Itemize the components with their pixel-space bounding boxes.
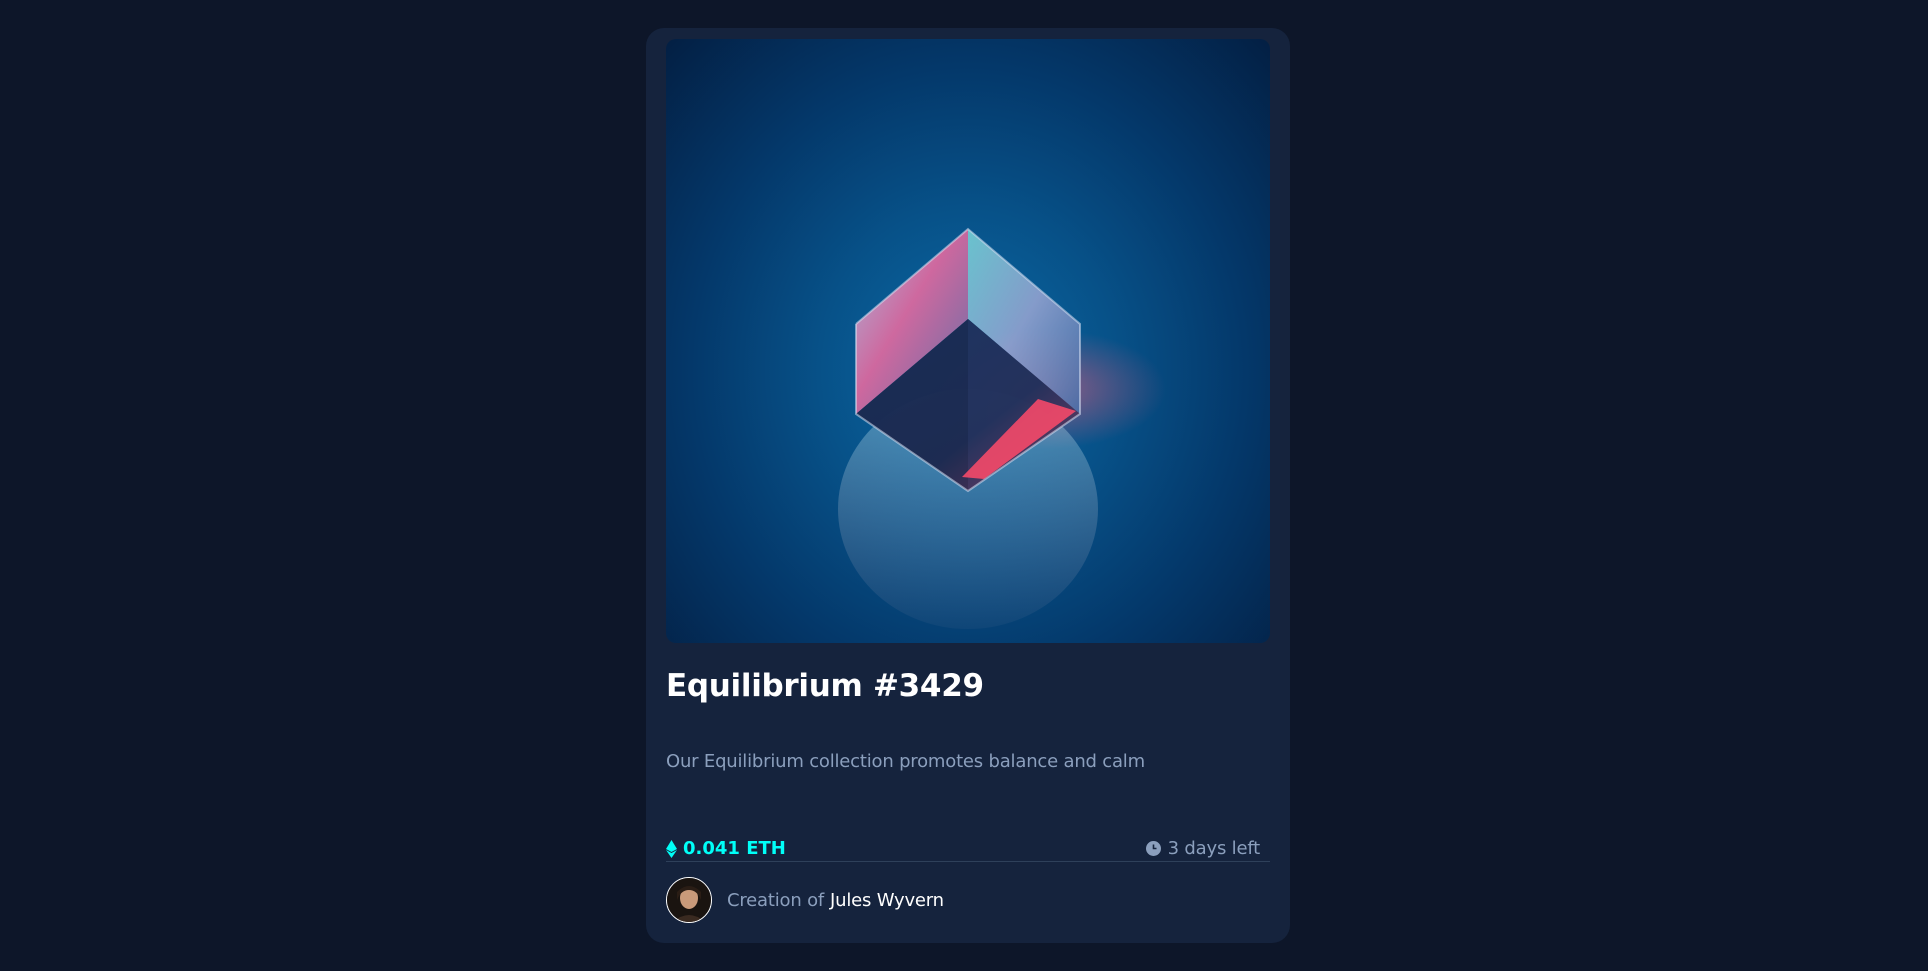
nft-card: Equilibrium #3429 Our Equilibrium collec… xyxy=(646,28,1290,943)
time-left-value: 3 days left xyxy=(1167,838,1261,859)
nft-image[interactable] xyxy=(666,39,1270,643)
price: 0.041 ETH xyxy=(666,838,786,859)
nft-description: Our Equilibrium collection promotes bala… xyxy=(666,751,1145,772)
creator: Creation of Jules Wyvern xyxy=(666,877,944,923)
crystal-cube-image xyxy=(838,227,1166,629)
price-value: 0.041 ETH xyxy=(683,838,786,859)
creator-prefix: Creation of xyxy=(727,889,825,911)
avatar xyxy=(666,877,712,923)
clock-icon xyxy=(1145,841,1161,856)
creator-name[interactable]: Jules Wyvern xyxy=(830,890,944,911)
divider xyxy=(666,861,1270,862)
time-left: 3 days left xyxy=(1145,838,1261,859)
nft-title[interactable]: Equilibrium #3429 xyxy=(666,668,984,704)
ethereum-icon xyxy=(666,839,677,858)
